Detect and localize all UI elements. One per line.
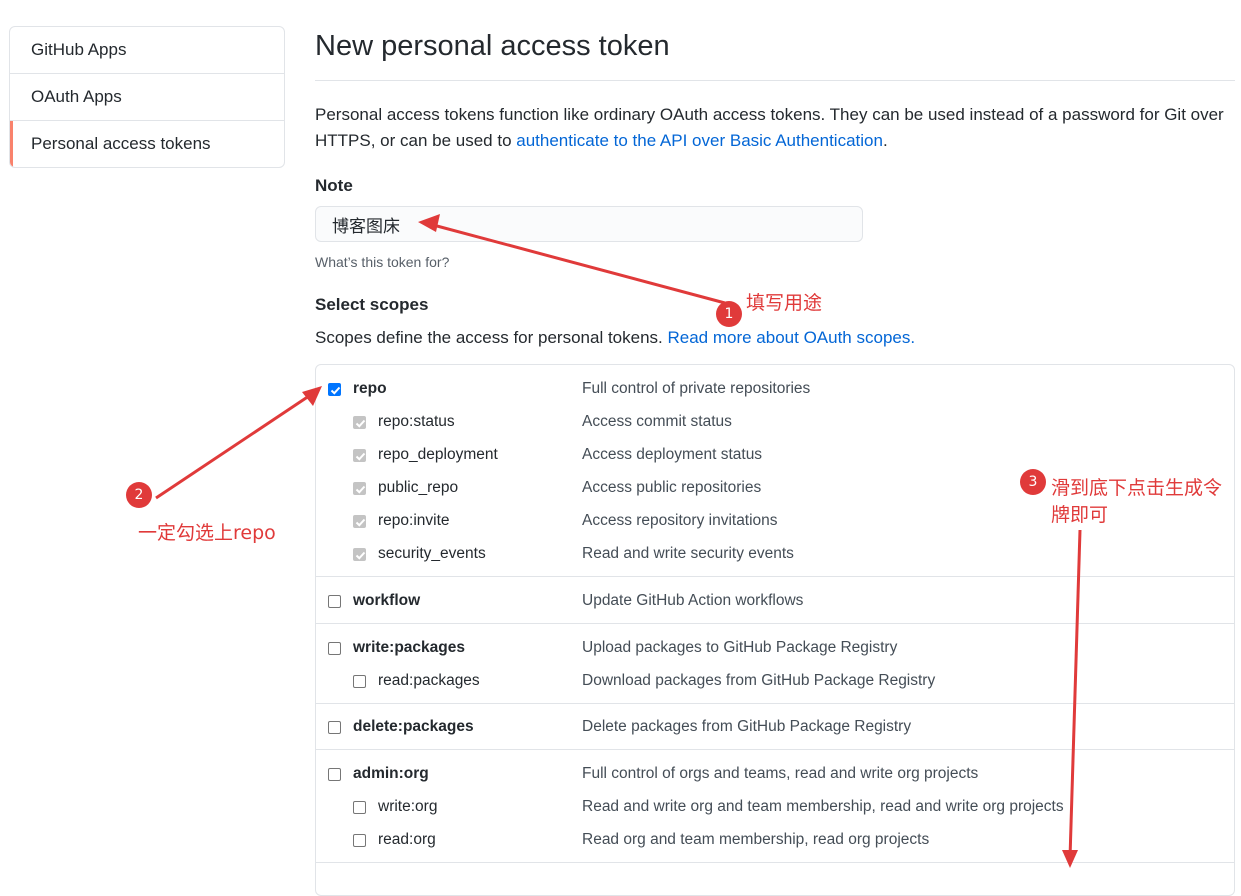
annotation-text-2: 一定勾选上repo xyxy=(138,522,276,544)
annotation-arrows xyxy=(155,214,1082,868)
annotation-text-1: 填写用途 xyxy=(746,292,823,314)
annotation-badge-3: 3 xyxy=(1020,469,1046,495)
annotation-arrowhead-2 xyxy=(302,386,322,406)
annotation-arrow-2 xyxy=(155,388,319,500)
annotation-arrow-3 xyxy=(1068,529,1082,859)
annotation-text-3-line2: 牌即可 xyxy=(1051,504,1109,526)
annotation-text-3: 滑到底下点击生成令 牌即可 xyxy=(1051,475,1222,529)
annotation-badge-1: 1 xyxy=(716,301,742,327)
annotation-text-3-line1: 滑到底下点击生成令 xyxy=(1051,477,1223,499)
annotation-arrowhead-1 xyxy=(418,214,440,232)
annotation-arrowhead-3 xyxy=(1062,850,1078,868)
annotation-arrow-1 xyxy=(421,220,726,305)
annotation-badge-2: 2 xyxy=(126,482,152,508)
